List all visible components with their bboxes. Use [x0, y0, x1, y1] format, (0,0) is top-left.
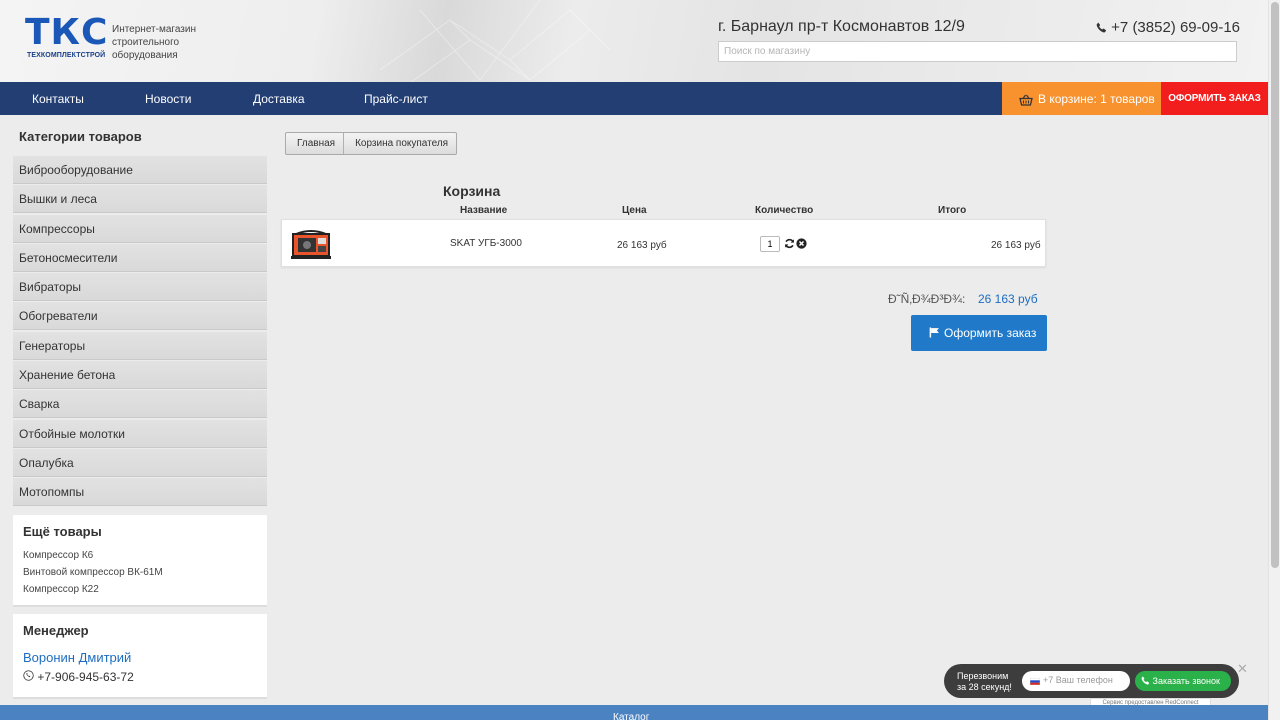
- flag-icon: [929, 327, 939, 338]
- tagline-line: оборудования: [112, 50, 178, 61]
- site-logo[interactable]: ТКС ТЕХКОМПЛЕКТСТРОЙ: [25, 14, 107, 62]
- category-item[interactable]: Обогреватели: [13, 302, 267, 331]
- product-total: 26 163 руб: [991, 240, 1041, 251]
- more-product-link[interactable]: Компрессор К22: [23, 584, 99, 595]
- page-scrollbar[interactable]: [1268, 0, 1280, 720]
- category-item[interactable]: Компрессоры: [13, 214, 267, 243]
- scrollbar-thumb[interactable]: [1271, 2, 1279, 568]
- nav-item-contacts[interactable]: Контакты: [32, 82, 84, 115]
- category-item[interactable]: Вышки и леса: [13, 185, 267, 214]
- phone-circle-icon: [23, 670, 34, 681]
- refresh-icon[interactable]: [784, 238, 795, 249]
- breadcrumb-home[interactable]: Главная: [286, 133, 345, 154]
- cart-title: Корзина: [443, 183, 501, 199]
- phone-icon: [1141, 676, 1150, 685]
- manager-phone[interactable]: +7-906-945-63-72: [23, 670, 134, 684]
- column-header-price: Цена: [622, 205, 647, 216]
- more-products-title: Ещё товары: [23, 524, 102, 539]
- checkout-button[interactable]: Оформить заказ: [911, 315, 1047, 351]
- category-item[interactable]: Бетоносмесители: [13, 243, 267, 272]
- callback-text-line: Перезвоним: [957, 671, 1009, 681]
- search-input[interactable]: [718, 41, 1237, 62]
- store-address: г. Барнаул пр-т Космонавтов 12/9: [718, 18, 965, 35]
- product-name[interactable]: SKAT УГБ-3000: [450, 238, 522, 249]
- category-list: Виброоборудование Вышки и леса Компрессо…: [13, 156, 267, 508]
- manager-box: Менеджер Воронин Дмитрий +7-906-945-63-7…: [13, 614, 267, 699]
- store-phone[interactable]: +7 (3852) 69-09-16: [1096, 19, 1240, 36]
- phone-icon: [1096, 22, 1106, 33]
- remove-icon[interactable]: [796, 238, 807, 249]
- category-item[interactable]: Отбойные молотки: [13, 419, 267, 448]
- category-item[interactable]: Мотопомпы: [13, 478, 267, 507]
- callback-text-line: за 28 секунд!: [957, 682, 1012, 692]
- logo-company-name: ТЕХКОМПЛЕКТСТРОЙ: [27, 52, 106, 59]
- basket-icon: [1019, 94, 1033, 106]
- header-decoration: [379, 0, 611, 82]
- column-header-quantity: Количество: [755, 205, 814, 216]
- more-products-box: Ещё товары Компрессор К6 Винтовой компре…: [13, 515, 267, 607]
- product-image[interactable]: [290, 228, 332, 261]
- cart-button[interactable]: В корзине: 1 товаров: [1002, 82, 1161, 115]
- request-call-button[interactable]: Заказать звонок: [1135, 671, 1231, 691]
- tagline-line: Интернет-магазин: [112, 24, 196, 35]
- callback-text: Перезвоним за 28 секунд!: [957, 671, 1012, 693]
- total-label: Ð˜Ñ‚Ð¾Ð³Ð¾:: [888, 292, 966, 306]
- category-item[interactable]: Опалубка: [13, 448, 267, 477]
- russia-flag-icon: [1030, 678, 1040, 685]
- column-header-name: Название: [460, 205, 508, 216]
- footer-bar: Каталог: [0, 705, 1268, 720]
- checkout-label: Оформить заказ: [944, 326, 1037, 340]
- logo-mark: ТКС: [25, 12, 109, 53]
- total-value: 26 163 руб: [978, 292, 1038, 306]
- quantity-input[interactable]: [760, 236, 780, 252]
- more-product-link[interactable]: Винтовой компрессор ВК-61М: [23, 567, 163, 578]
- breadcrumb-current: Корзина покупателя: [355, 138, 449, 149]
- cart-count-label: В корзине: 1 товаров: [1038, 92, 1155, 106]
- product-price: 26 163 руб: [617, 240, 667, 251]
- manager-title: Менеджер: [23, 623, 89, 638]
- main-nav: Контакты Новости Доставка Прайс-лист В к…: [0, 82, 1268, 115]
- category-item[interactable]: Сварка: [13, 390, 267, 419]
- categories-title: Категории товаров: [19, 129, 142, 144]
- category-item[interactable]: Вибраторы: [13, 273, 267, 302]
- callback-phone-placeholder: +7 Ваш телефон: [1043, 675, 1113, 685]
- manager-phone-number: +7-906-945-63-72: [37, 670, 134, 684]
- footer-catalog-link[interactable]: Каталог: [613, 712, 649, 720]
- more-product-link[interactable]: Компрессор К6: [23, 550, 93, 561]
- category-item[interactable]: Виброоборудование: [13, 156, 267, 184]
- nav-item-delivery[interactable]: Доставка: [253, 82, 305, 115]
- callback-phone-input[interactable]: +7 Ваш телефон: [1022, 671, 1130, 691]
- close-icon[interactable]: ✕: [1237, 662, 1248, 675]
- callback-widget: Перезвоним за 28 секунд! +7 Ваш телефон …: [944, 664, 1239, 698]
- order-button[interactable]: ОФОРМИТЬ ЗАКАЗ: [1161, 82, 1268, 115]
- column-header-total: Итого: [938, 205, 967, 216]
- category-item[interactable]: Генераторы: [13, 331, 267, 360]
- site-header: ТКС ТЕХКОМПЛЕКТСТРОЙ Интернет-магазин ст…: [0, 0, 1268, 82]
- nav-item-price-list[interactable]: Прайс-лист: [364, 82, 428, 115]
- site-tagline: Интернет-магазин строительного оборудова…: [112, 23, 222, 62]
- request-call-label: Заказать звонок: [1152, 676, 1220, 686]
- manager-name[interactable]: Воронин Дмитрий: [23, 650, 131, 665]
- nav-item-news[interactable]: Новости: [145, 82, 191, 115]
- cart-row: SKAT УГБ-3000 26 163 руб 26 163 руб: [281, 219, 1046, 267]
- phone-number: +7 (3852) 69-09-16: [1111, 19, 1241, 36]
- category-item[interactable]: Хранение бетона: [13, 361, 267, 390]
- breadcrumb: Главная Корзина покупателя: [285, 132, 458, 155]
- tagline-line: строительного: [112, 37, 180, 48]
